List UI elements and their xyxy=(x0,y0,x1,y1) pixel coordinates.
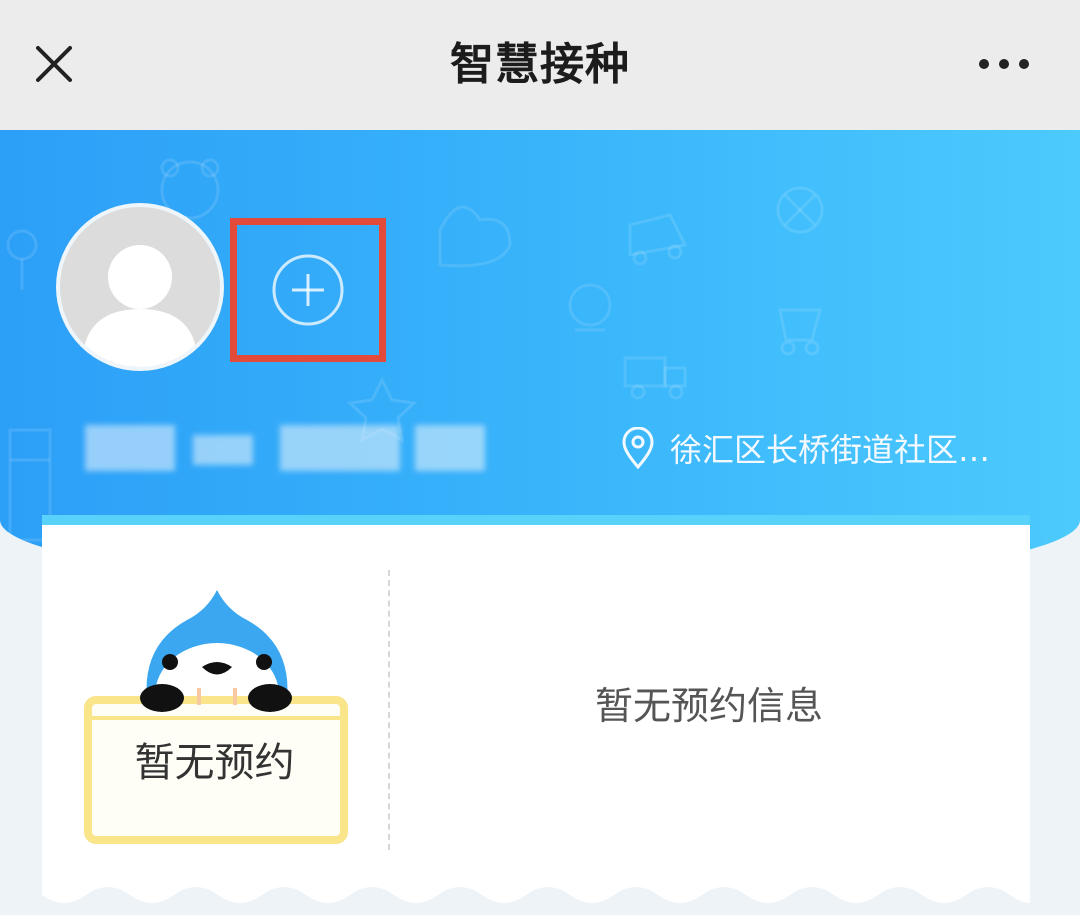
no-appointment-message: 暂无预约信息 xyxy=(594,684,823,728)
avatar[interactable] xyxy=(56,203,224,371)
add-circle-icon xyxy=(272,254,344,326)
more-icon[interactable] xyxy=(976,52,1032,76)
page-title: 智慧接种 xyxy=(450,39,630,90)
card-wave-edge xyxy=(42,887,1030,915)
location-pin-icon xyxy=(622,427,654,469)
location-text: 徐汇区长桥街道社区… xyxy=(670,431,991,469)
no-appointment-label: 暂无预约 xyxy=(134,740,295,786)
close-icon[interactable] xyxy=(30,40,78,88)
location-selector[interactable]: 徐汇区长桥街道社区… xyxy=(620,425,990,471)
top-bar: 智慧接种 xyxy=(0,0,1080,130)
avatar-placeholder-icon xyxy=(82,245,198,367)
add-child-button[interactable] xyxy=(230,218,386,362)
appointment-card: 暂无预约 暂无预约信息 xyxy=(42,515,1030,915)
penguin-mascot-icon xyxy=(84,590,348,844)
redacted-user-name xyxy=(85,425,495,471)
